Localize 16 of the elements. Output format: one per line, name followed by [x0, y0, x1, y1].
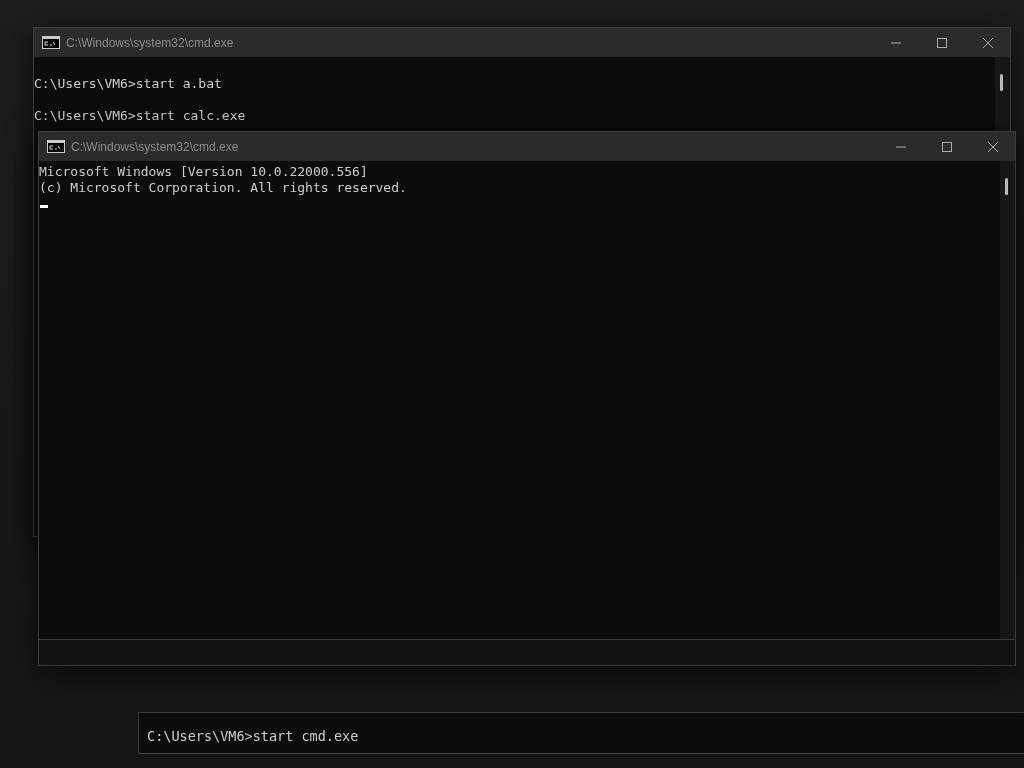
- scrollbar-thumb[interactable]: [1000, 74, 1003, 91]
- console-line: C:\Users\VM6>start calc.exe: [34, 108, 246, 124]
- console-line: C:\Users\VM6>start cmd.exe: [147, 728, 360, 744]
- console-line: (c) Microsoft Corporation. All rights reserved.: [39, 180, 407, 196]
- console-line: Microsoft Windows [Version 10.0.22000.556]: [39, 164, 368, 180]
- maximize-icon[interactable]: [936, 36, 948, 49]
- console-app-icon: [47, 140, 65, 153]
- horizontal-scrollbar[interactable]: [39, 639, 1015, 665]
- window-title: C:\Windows\system32\cmd.exe: [71, 139, 239, 154]
- console-line: C:\Users\VM6>start a.bat: [34, 76, 222, 92]
- scrollbar-thumb[interactable]: [1005, 178, 1008, 195]
- close-icon[interactable]: [982, 36, 994, 49]
- console-app-icon: [42, 36, 60, 49]
- close-icon[interactable]: [987, 140, 999, 153]
- window-title: C:\Windows\system32\cmd.exe: [66, 35, 234, 50]
- maximize-icon[interactable]: [941, 140, 953, 153]
